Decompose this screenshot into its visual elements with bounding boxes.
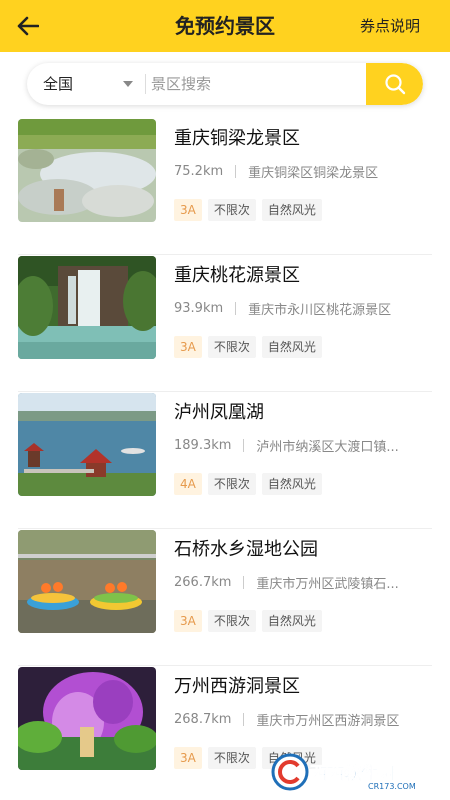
- tag: 自然风光: [261, 199, 322, 221]
- search-bar: 全国: [27, 63, 423, 105]
- spot-name: 石桥水乡湿地公园: [174, 539, 318, 560]
- watermark-text: 西西软件园: [310, 763, 395, 784]
- watermark-url: CR173.COM: [368, 782, 416, 791]
- level-badge: 3A: [174, 610, 202, 632]
- spot-meta: 268.7km 重庆市万州区西游洞景区: [174, 710, 399, 729]
- list-item[interactable]: 石桥水乡湿地公园 266.7km 重庆市万州区武陵镇石... 3A 不限次 自然…: [18, 529, 432, 666]
- spot-address: 重庆铜梁区铜梁龙景区: [248, 166, 379, 181]
- spot-tags: 4A 不限次 自然风光: [174, 473, 322, 495]
- back-button[interactable]: [10, 8, 46, 44]
- spot-address: 重庆市万州区西游洞景区: [256, 714, 400, 729]
- tag: 不限次: [207, 747, 256, 769]
- spot-name: 重庆桃花源景区: [174, 265, 300, 286]
- scenic-spot-list: 重庆铜梁龙景区 75.2km 重庆铜梁区铜梁龙景区 3A 不限次 自然风光 重庆…: [0, 118, 450, 800]
- level-badge: 3A: [174, 747, 202, 769]
- meta-separator: [243, 576, 245, 589]
- watermark-logo: 西西软件园 CR173.COM: [271, 753, 416, 791]
- search-divider: [145, 74, 146, 94]
- tag: 不限次: [207, 610, 256, 632]
- spot-photo: [18, 393, 156, 496]
- top-bar: 免预约景区 券点说明: [0, 0, 450, 52]
- arrow-left-icon: [17, 16, 39, 36]
- spot-meta: 93.9km 重庆市永川区桃花源景区: [174, 299, 391, 318]
- spot-name: 重庆铜梁龙景区: [174, 128, 300, 149]
- list-item[interactable]: 重庆桃花源景区 93.9km 重庆市永川区桃花源景区 3A 不限次 自然风光: [18, 255, 432, 392]
- search-input[interactable]: [151, 63, 389, 105]
- caret-down-icon[interactable]: [123, 81, 133, 87]
- meta-separator: [235, 165, 237, 178]
- meta-separator: [243, 439, 245, 452]
- list-item[interactable]: 重庆铜梁龙景区 75.2km 重庆铜梁区铜梁龙景区 3A 不限次 自然风光: [18, 118, 432, 255]
- spot-name: 万州西游洞景区: [174, 676, 300, 697]
- tag: 自然风光: [261, 610, 322, 632]
- spot-distance: 266.7km: [174, 575, 232, 590]
- tag: 不限次: [207, 336, 256, 358]
- spot-tags: 3A 不限次 自然风光: [174, 336, 322, 358]
- spot-photo: [18, 530, 156, 633]
- spot-tags: 3A 不限次 自然风光: [174, 199, 322, 221]
- level-badge: 3A: [174, 199, 202, 221]
- tag: 自然风光: [261, 336, 322, 358]
- spot-tags: 3A 不限次 自然风光: [174, 610, 322, 632]
- spot-distance: 75.2km: [174, 164, 224, 179]
- spot-address: 重庆市万州区武陵镇石...: [256, 577, 399, 592]
- meta-separator: [243, 713, 245, 726]
- list-item[interactable]: 泸州凤凰湖 189.3km 泸州市纳溪区大渡口镇... 4A 不限次 自然风光: [18, 392, 432, 529]
- spot-photo: [18, 256, 156, 359]
- spot-distance: 268.7km: [174, 712, 232, 727]
- magnifier-icon: [384, 74, 405, 95]
- spot-meta: 75.2km 重庆铜梁区铜梁龙景区: [174, 162, 378, 181]
- spot-distance: 93.9km: [174, 301, 224, 316]
- tag: 不限次: [207, 199, 256, 221]
- spot-meta: 266.7km 重庆市万州区武陵镇石...: [174, 573, 399, 592]
- tag: 不限次: [207, 473, 256, 495]
- spot-meta: 189.3km 泸州市纳溪区大渡口镇...: [174, 436, 399, 455]
- app-screen: 免预约景区 券点说明 全国 景区搜索 重庆铜梁龙景区 75.2km 重庆铜梁区铜…: [0, 0, 450, 800]
- search-button[interactable]: [366, 63, 423, 105]
- spot-photo: [18, 119, 156, 222]
- level-badge: 3A: [174, 336, 202, 358]
- region-select[interactable]: 全国: [43, 63, 73, 105]
- spot-photo: [18, 667, 156, 770]
- level-badge: 4A: [174, 473, 202, 495]
- spot-address: 泸州市纳溪区大渡口镇...: [256, 440, 399, 455]
- spot-address: 重庆市永川区桃花源景区: [248, 303, 392, 318]
- spot-distance: 189.3km: [174, 438, 232, 453]
- meta-separator: [235, 302, 237, 315]
- coupon-info-link[interactable]: 券点说明: [360, 0, 420, 52]
- tag: 自然风光: [261, 473, 322, 495]
- spot-name: 泸州凤凰湖: [174, 402, 264, 423]
